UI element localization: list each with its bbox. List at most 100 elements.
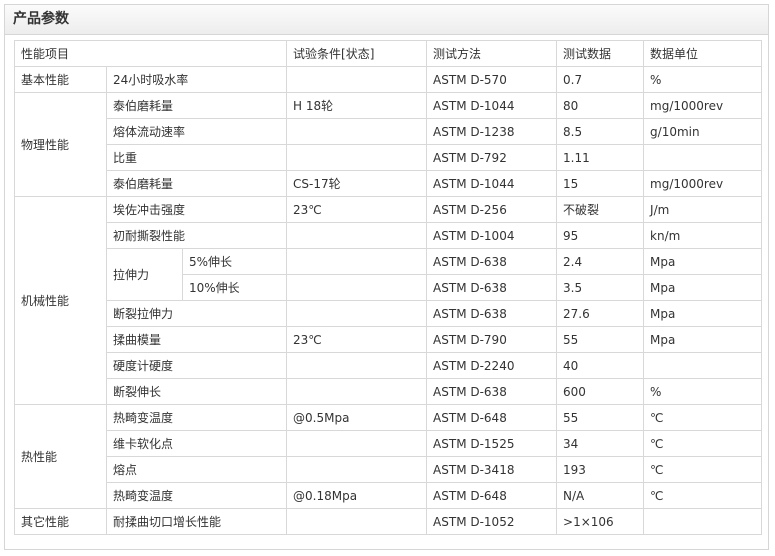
method-cell: ASTM D-3418 [426,456,558,483]
method-cell: ASTM D-790 [426,326,558,353]
value-cell: 27.6 [556,300,645,327]
table-row: 机械性能 埃佐冲击强度 23℃ ASTM D-256 不破裂 J/m [14,196,763,405]
method-cell: ASTM D-648 [426,404,558,431]
unit-cell: % [643,378,763,405]
condition-cell: @0.18Mpa [286,482,428,509]
sub-property-name: 5%伸长 [181,248,288,275]
unit-cell: Mpa [643,274,763,301]
value-cell: 1.11 [556,144,645,171]
category-cell: 机械性能 [14,196,107,405]
condition-cell: 23℃ [286,196,428,223]
table-row: 揉曲模量 23℃ ASTM D-790 55 Mpa [15,326,763,353]
unit-cell: ℃ [643,482,763,509]
table-row: 拉伸力 5%伸长 ASTM D-638 2.4 Mpa [15,248,763,301]
property-name: 泰伯磨耗量 [105,170,288,197]
condition-cell [286,456,428,483]
property-name: 耐揉曲切口增长性能 [105,508,288,535]
table-row: 比重 ASTM D-792 1.11 [15,144,763,171]
method-cell: ASTM D-638 [426,274,558,301]
category-cell: 物理性能 [14,92,107,197]
value-cell: 600 [556,378,645,405]
header-value: 测试数据 [556,40,645,67]
value-cell: N/A [556,482,645,509]
property-name: 比重 [105,144,288,171]
method-cell: ASTM D-1044 [426,92,558,119]
header-method: 测试方法 [426,40,558,67]
property-name: 熔体流动速率 [105,118,288,145]
condition-cell [286,352,428,379]
unit-cell [643,508,763,535]
condition-cell [286,248,428,275]
header-condition: 试验条件[状态] [286,40,428,67]
property-name: 初耐撕裂性能 [105,222,288,249]
unit-cell: kn/m [643,222,763,249]
unit-cell: % [643,66,763,93]
method-cell: ASTM D-638 [426,300,558,327]
table-row: 断裂伸长 ASTM D-638 600 % [15,378,763,405]
condition-cell: 23℃ [286,326,428,353]
unit-cell: ℃ [643,430,763,457]
property-name: 熔点 [105,456,288,483]
condition-cell [286,508,428,535]
method-cell: ASTM D-638 [426,248,558,275]
method-cell: ASTM D-1238 [426,118,558,145]
value-cell: 40 [556,352,645,379]
method-cell: ASTM D-638 [426,378,558,405]
condition-cell [286,300,428,327]
condition-cell [286,378,428,405]
method-cell: ASTM D-648 [426,482,558,509]
table-row: 维卡软化点 ASTM D-1525 34 ℃ [15,430,763,457]
table-row: 熔点 ASTM D-3418 193 ℃ [15,456,763,483]
unit-cell: ℃ [643,456,763,483]
condition-cell [286,66,428,93]
value-cell: 15 [556,170,645,197]
property-name: 揉曲模量 [105,326,288,353]
method-cell: ASTM D-1044 [426,170,558,197]
category-cell: 热性能 [14,404,107,509]
value-cell: >1×106 [556,508,645,535]
value-cell: 3.5 [556,274,645,301]
method-cell: ASTM D-1052 [426,508,558,535]
header-unit: 数据单位 [643,40,763,67]
table-row: 物理性能 泰伯磨耗量 H 18轮 ASTM D-1044 80 mg/1000r… [14,92,763,197]
table-row: 断裂拉伸力 ASTM D-638 27.6 Mpa [15,300,763,327]
unit-cell: ℃ [643,404,763,431]
method-cell: ASTM D-256 [426,196,558,223]
property-name: 热畸变温度 [105,482,288,509]
property-name: 拉伸力 [106,248,183,301]
value-cell: 8.5 [556,118,645,145]
table-row: 基本性能 24小时吸水率 ASTM D-570 0.7 % [14,66,763,93]
value-cell: 2.4 [556,248,645,275]
table-row: 其它性能 耐揉曲切口增长性能 ASTM D-1052 >1×106 [14,508,763,535]
panel-title: 产品参数 [5,5,768,35]
value-cell: 0.7 [556,66,645,93]
unit-cell: J/m [643,196,763,223]
property-name: 热畸变温度 [105,404,288,431]
table-row: 硬度计硬度 ASTM D-2240 40 [15,352,763,379]
property-name: 泰伯磨耗量 [105,92,288,119]
condition-cell [286,144,428,171]
table-row: 泰伯磨耗量 CS-17轮 ASTM D-1044 15 mg/1000rev [15,170,763,197]
property-name: 维卡软化点 [105,430,288,457]
unit-cell: Mpa [643,248,763,275]
category-cell: 基本性能 [14,66,107,93]
value-cell: 193 [556,456,645,483]
condition-cell [286,222,428,249]
header-item: 性能项目 [13,40,288,67]
condition-cell [286,118,428,145]
unit-cell: g/10min [643,118,763,145]
table-row: 初耐撕裂性能 ASTM D-1004 95 kn/m [15,222,763,249]
sub-property-name: 10%伸长 [181,274,288,301]
method-cell: ASTM D-1525 [426,430,558,457]
property-name: 断裂拉伸力 [105,300,288,327]
table-row: 热畸变温度 @0.18Mpa ASTM D-648 N/A ℃ [15,482,763,509]
value-cell: 55 [556,404,645,431]
unit-cell: mg/1000rev [643,92,763,119]
table-header-row: 性能项目 试验条件[状态] 测试方法 测试数据 数据单位 [13,40,763,67]
value-cell: 95 [556,222,645,249]
unit-cell: Mpa [643,300,763,327]
value-cell: 80 [556,92,645,119]
property-name: 24小时吸水率 [105,66,288,93]
property-name: 埃佐冲击强度 [105,196,288,223]
method-cell: ASTM D-570 [426,66,558,93]
